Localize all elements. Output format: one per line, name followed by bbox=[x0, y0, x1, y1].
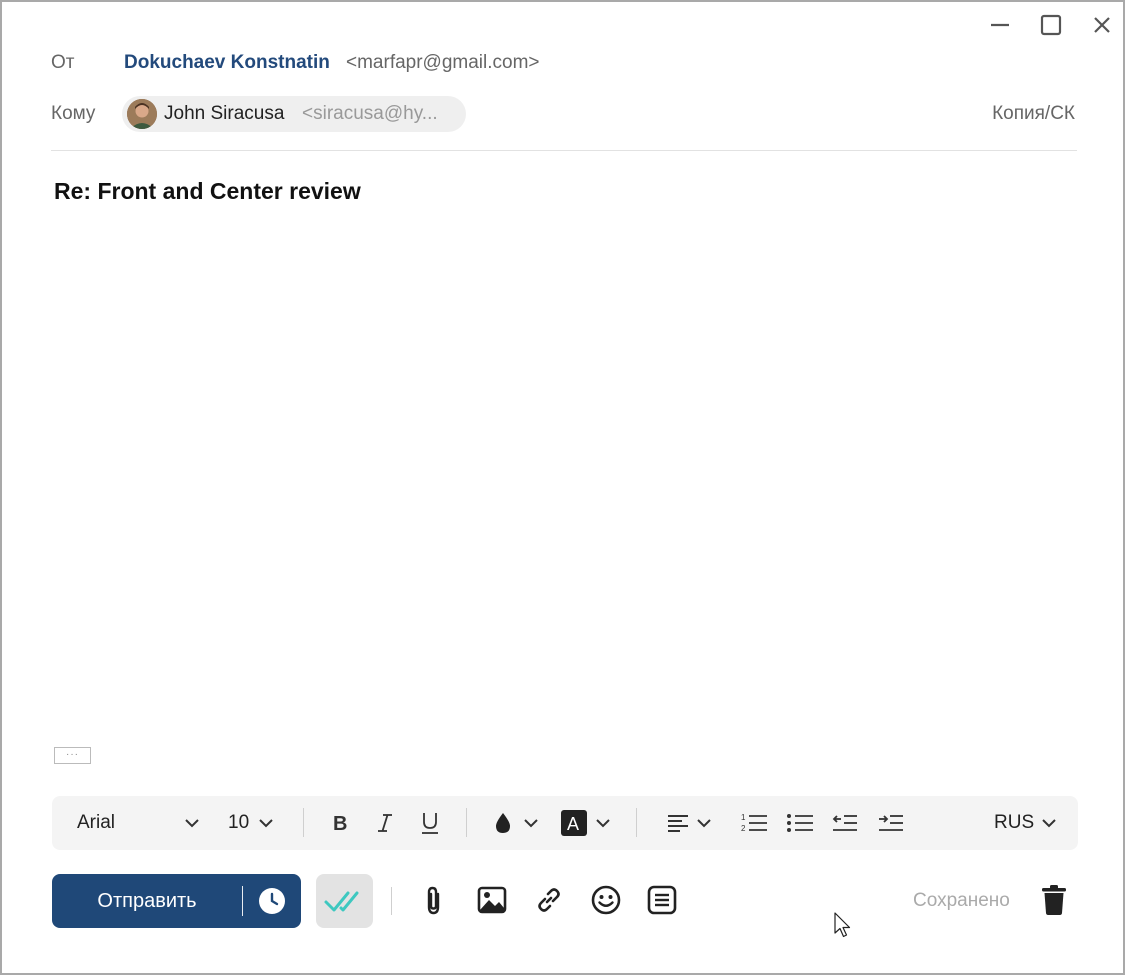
show-quoted-text-button[interactable]: ··· bbox=[54, 747, 91, 764]
double-check-icon bbox=[324, 891, 359, 912]
font-family-select[interactable]: Arial bbox=[77, 796, 115, 850]
formatting-toolbar: Arial 10 B A 1 2 RUS bbox=[52, 796, 1078, 850]
language-value: RUS bbox=[994, 812, 1035, 833]
align-left-icon[interactable] bbox=[666, 796, 713, 850]
chevron-down-icon bbox=[596, 819, 610, 828]
send-label: Отправить bbox=[97, 890, 197, 912]
cc-bcc-link[interactable]: Копия/СК bbox=[992, 103, 1075, 125]
trash-icon[interactable] bbox=[1038, 882, 1070, 918]
to-label: Кому bbox=[51, 103, 96, 124]
avatar bbox=[127, 99, 157, 129]
recipient-email: <siracusa@hy... bbox=[302, 103, 438, 124]
compose-window: От Dokuchaev Konstnatin <marfapr@gmail.c… bbox=[0, 0, 1125, 975]
close-icon[interactable] bbox=[1087, 10, 1117, 40]
mouse-cursor-icon bbox=[834, 912, 851, 938]
from-label: От bbox=[51, 52, 75, 73]
svg-text:2: 2 bbox=[741, 824, 746, 833]
chevron-down-icon[interactable] bbox=[183, 796, 201, 850]
text-color-icon[interactable] bbox=[492, 796, 540, 850]
chevron-down-icon bbox=[1042, 819, 1056, 828]
outdent-icon[interactable] bbox=[831, 796, 859, 850]
svg-text:A: A bbox=[567, 814, 579, 834]
svg-text:1: 1 bbox=[741, 813, 746, 822]
template-icon[interactable] bbox=[644, 882, 680, 918]
underline-icon[interactable] bbox=[419, 796, 441, 850]
image-icon[interactable] bbox=[474, 882, 510, 918]
numbered-list-icon[interactable]: 12 bbox=[740, 796, 768, 850]
chevron-down-icon bbox=[697, 819, 711, 828]
highlight-icon[interactable]: A bbox=[561, 796, 612, 850]
italic-icon[interactable] bbox=[374, 796, 396, 850]
font-size-select[interactable]: 10 bbox=[228, 796, 275, 850]
maximize-icon[interactable] bbox=[1036, 10, 1066, 40]
indent-icon[interactable] bbox=[877, 796, 905, 850]
language-select[interactable]: RUS bbox=[994, 796, 1058, 850]
subject-text[interactable]: Re: Front and Center review bbox=[54, 178, 361, 205]
bullet-list-icon[interactable] bbox=[786, 796, 814, 850]
font-size-value: 10 bbox=[228, 812, 250, 833]
sender-name[interactable]: Dokuchaev Konstnatin bbox=[124, 52, 330, 74]
recipient-name: John Siracusa bbox=[164, 103, 285, 124]
font-family-value: Arial bbox=[77, 812, 116, 833]
toolbar-divider bbox=[636, 808, 637, 837]
send-divider bbox=[242, 886, 243, 916]
chevron-down-icon bbox=[259, 819, 273, 828]
minimize-icon[interactable] bbox=[985, 10, 1015, 40]
chevron-down-icon bbox=[524, 819, 538, 828]
recipient-chip[interactable]: John Siracusa <siracusa@hy... bbox=[122, 96, 466, 132]
bold-icon[interactable]: B bbox=[330, 796, 352, 850]
toolbar-divider bbox=[303, 808, 304, 837]
emoji-icon[interactable] bbox=[588, 882, 624, 918]
link-icon[interactable] bbox=[531, 882, 567, 918]
toolbar-divider bbox=[466, 808, 467, 837]
header-divider bbox=[51, 150, 1077, 151]
actions-divider bbox=[391, 887, 392, 915]
sender-email: <marfapr@gmail.com> bbox=[346, 52, 540, 73]
read-receipt-toggle[interactable] bbox=[316, 874, 373, 928]
svg-text:B: B bbox=[333, 813, 347, 834]
saved-status: Сохранено bbox=[913, 890, 1010, 911]
send-button[interactable]: Отправить bbox=[52, 874, 301, 928]
attach-icon[interactable] bbox=[416, 882, 452, 918]
schedule-icon[interactable] bbox=[258, 887, 286, 915]
